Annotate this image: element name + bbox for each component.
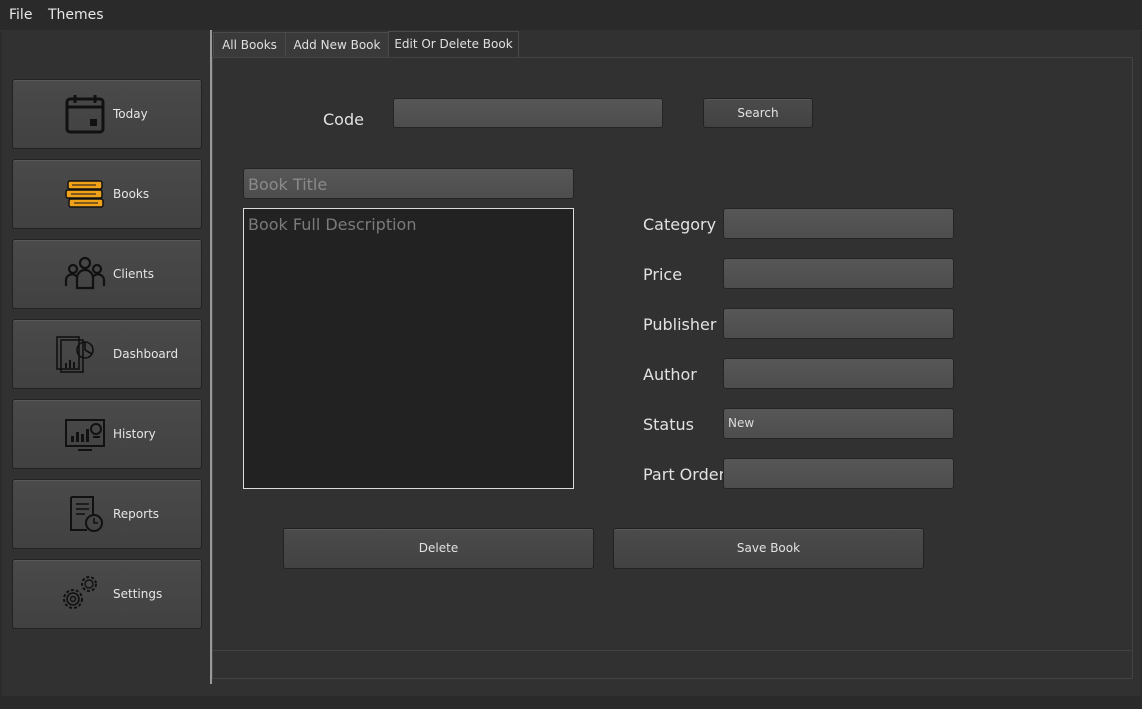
calendar-icon (65, 95, 105, 134)
price-field[interactable] (723, 258, 954, 289)
sidebar-item-label: Clients (113, 267, 154, 281)
sidebar-item-clients[interactable]: Clients (12, 239, 202, 309)
search-button[interactable]: Search (703, 98, 813, 128)
book-title-input[interactable]: Book Title (243, 168, 574, 199)
reports-icon (70, 496, 103, 532)
menu-themes[interactable]: Themes (48, 7, 104, 23)
publisher-field[interactable] (723, 308, 954, 339)
book-description-input[interactable]: Book Full Description (243, 208, 574, 489)
sidebar-item-dashboard[interactable]: Dashboard (12, 319, 202, 389)
status-field[interactable]: New (723, 408, 954, 439)
sidebar-item-reports[interactable]: Reports (12, 479, 202, 549)
code-input[interactable] (393, 98, 663, 128)
part-order-label: Part Order (643, 465, 726, 484)
category-label: Category (643, 215, 717, 234)
menu-file[interactable]: File (9, 7, 32, 23)
footer-divider (213, 650, 1131, 651)
book-description-placeholder: Book Full Description (248, 215, 417, 234)
sidebar-item-label: Reports (113, 507, 160, 521)
dashboard-icon (56, 336, 94, 373)
part-order-field[interactable] (723, 458, 954, 489)
sidebar-item-books[interactable]: Books (12, 159, 202, 229)
books-icon (65, 180, 104, 208)
sidebar-item-label: History (113, 427, 156, 441)
code-label: Code (323, 110, 364, 129)
history-icon (65, 419, 105, 451)
tab-all-books[interactable]: All Books (213, 32, 286, 57)
status-value: New (728, 416, 755, 430)
author-label: Author (643, 365, 697, 384)
tab-add-new-book[interactable]: Add New Book (285, 32, 389, 57)
status-strip (0, 696, 1142, 709)
sidebar-item-label: Today (113, 107, 148, 121)
sidebar-item-label: Books (113, 187, 150, 201)
sidebar-item-settings[interactable]: Settings (12, 559, 202, 629)
publisher-label: Publisher (643, 315, 717, 334)
delete-button[interactable]: Delete (283, 528, 594, 569)
category-field[interactable] (723, 208, 954, 239)
sidebar-item-history[interactable]: History (12, 399, 202, 469)
price-label: Price (643, 265, 683, 284)
clients-icon (64, 256, 106, 290)
settings-icon (63, 576, 97, 609)
sidebar-item-label: Dashboard (113, 347, 179, 361)
menu-bar: File Themes (0, 0, 1142, 31)
sidebar-item-label: Settings (113, 587, 163, 601)
author-field[interactable] (723, 358, 954, 389)
sidebar-item-today[interactable]: Today (12, 79, 202, 149)
book-title-placeholder: Book Title (248, 175, 328, 194)
tab-edit-or-delete-book[interactable]: Edit Or Delete Book (388, 31, 519, 58)
status-label: Status (643, 415, 694, 434)
save-book-button[interactable]: Save Book (613, 528, 924, 569)
